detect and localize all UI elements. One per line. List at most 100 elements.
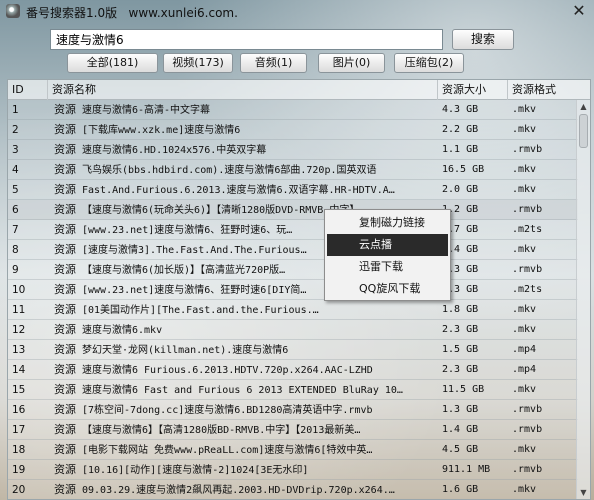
row-format: .rmvb <box>512 204 543 215</box>
row-title: [电影下载网站 免费www.pReaLL.com]速度与激情6[特效中英… <box>82 445 373 456</box>
row-title: [速度与激情3].The.Fast.And.The.Furious… <box>82 245 307 256</box>
table-row[interactable]: 7 资源 [www.23.net]速度与激情6、狂野时速6、玩… 2.7 GB .m2t… <box>8 220 578 240</box>
table-row[interactable]: 8 资源 [速度与激情3].The.Fast.And.The.Furious… 1.4… <box>8 240 578 260</box>
row-kind: 资源 <box>54 243 76 256</box>
row-size: 1.1 GB <box>442 144 479 155</box>
search-input[interactable] <box>50 29 443 50</box>
row-kind: 资源 <box>54 283 76 296</box>
row-size: 4.3 GB <box>442 264 479 275</box>
row-size: 16.5 GB <box>442 164 485 175</box>
row-title: [下载库www.xzk.me]速度与激情6 <box>82 125 241 136</box>
row-title: 速度与激情6 Fast and Furious 6 2013 EXTENDED … <box>82 385 403 396</box>
table-row[interactable]: 1 资源 速度与激情6-高清-中文字幕 4.3 GB .mkv <box>8 100 578 120</box>
row-title: 09.03.29.速度与激情2飙风再起.2003.HD-DVDrip.720p.… <box>82 485 395 496</box>
row-id: 17 <box>12 424 26 436</box>
row-kind: 资源 <box>54 263 76 276</box>
row-title: 梦幻天堂·龙网(killman.net).速度与激情6 <box>82 345 289 356</box>
row-kind: 资源 <box>54 143 76 156</box>
scroll-up-icon[interactable]: ▲ <box>577 100 590 114</box>
row-format: .rmvb <box>512 464 543 475</box>
row-size: 2.3 GB <box>442 364 479 375</box>
row-size: 4.5 GB <box>442 444 479 455</box>
row-name: 资源 [01美国动作片][The.Fast.and.the.Furious.… <box>54 300 438 320</box>
row-size: 11.5 GB <box>442 384 485 395</box>
menu-cloud-play[interactable]: 云点播 <box>327 234 448 256</box>
row-format: .rmvb <box>512 424 543 435</box>
results-table: ID 资源名称 资源大小 资源格式 1 资源 速度与激情6-高清-中文字幕 4.3 G… <box>7 79 591 500</box>
row-name: 资源 09.03.29.速度与激情2飙风再起.2003.HD-DVDrip.720… <box>54 480 438 499</box>
menu-qq-download[interactable]: QQ旋风下载 <box>327 278 448 300</box>
table-row[interactable]: 6 资源 【速度与激情6(玩命关头6)】【清晰1280版DVD-RMVB.中字】… 1… <box>8 200 578 220</box>
search-button[interactable]: 搜索 <box>452 29 514 50</box>
table-row[interactable]: 16 资源 [7栋空间-7dong.cc]速度与激情6.BD1280高清英语中字.r… <box>8 400 578 420</box>
row-format: .mkv <box>512 184 537 195</box>
row-kind: 资源 <box>54 463 76 476</box>
header-format[interactable]: 资源格式 <box>508 80 590 100</box>
tab-archive[interactable]: 压缩包(2) <box>394 53 464 73</box>
header-name[interactable]: 资源名称 <box>48 80 438 100</box>
row-format: .mkv <box>512 484 537 495</box>
table-row[interactable]: 3 资源 速度与激情6.HD.1024x576.中英双字幕 1.1 GB .rmvb <box>8 140 578 160</box>
row-id: 2 <box>12 124 19 136</box>
row-title: [7栋空间-7dong.cc]速度与激情6.BD1280高清英语中字.rmvb <box>82 405 373 416</box>
row-size: 1.6 GB <box>442 484 479 495</box>
table-row[interactable]: 12 资源 速度与激情6.mkv 2.3 GB .mkv <box>8 320 578 340</box>
app-logo-icon <box>6 4 20 18</box>
row-format: .rmvb <box>512 404 543 415</box>
row-size: 2.7 GB <box>442 224 479 235</box>
row-name: 资源 速度与激情6.HD.1024x576.中英双字幕 <box>54 140 438 160</box>
table-row[interactable]: 17 资源 【速度与激情6】【高清1280版BD-RMVB.中字】【2013最新美…… <box>8 420 578 440</box>
row-format: .mkv <box>512 244 537 255</box>
row-id: 16 <box>12 404 26 416</box>
row-kind: 资源 <box>54 343 76 356</box>
table-row[interactable]: 5 资源 Fast.And.Furious.6.2013.速度与激情6.双语字幕.H… <box>8 180 578 200</box>
scroll-thumb[interactable] <box>579 114 588 148</box>
row-kind: 资源 <box>54 363 76 376</box>
table-row[interactable]: 20 资源 09.03.29.速度与激情2飙风再起.2003.HD-DVDrip.7… <box>8 480 578 499</box>
context-menu: 复制磁力链接 云点播 迅雷下载 QQ旋风下载 <box>324 209 451 301</box>
tab-video[interactable]: 视频(173) <box>163 53 233 73</box>
vertical-scrollbar[interactable]: ▲ ▼ <box>576 100 590 499</box>
table-body: 1 资源 速度与激情6-高清-中文字幕 4.3 GB .mkv 2 资源 [下载库www.xz… <box>8 100 578 499</box>
row-title: 速度与激情6.HD.1024x576.中英双字幕 <box>82 145 267 156</box>
menu-xunlei-download[interactable]: 迅雷下载 <box>327 256 448 278</box>
table-row[interactable]: 13 资源 梦幻天堂·龙网(killman.net).速度与激情6 1.5 GB .mp… <box>8 340 578 360</box>
tab-image[interactable]: 图片(0) <box>318 53 385 73</box>
table-row[interactable]: 14 资源 速度与激情6 Furious.6.2013.HDTV.720p.x264… <box>8 360 578 380</box>
row-name: 资源 [电影下载网站 免费www.pReaLL.com]速度与激情6[特效中英… <box>54 440 438 460</box>
row-name: 资源 [下载库www.xzk.me]速度与激情6 <box>54 120 438 140</box>
row-size: 4.3 GB <box>442 104 479 115</box>
scroll-down-icon[interactable]: ▼ <box>577 486 590 499</box>
tab-all[interactable]: 全部(181) <box>67 53 158 73</box>
table-row[interactable]: 10 资源 [www.23.net]速度与激情6、狂野时速6[DIY简… 4.3 GB… <box>8 280 578 300</box>
row-format: .mkv <box>512 384 537 395</box>
row-name: 资源 [10.16][动作][速度与激情-2]1024[3E无水印] <box>54 460 438 480</box>
row-format: .mp4 <box>512 344 537 355</box>
table-row[interactable]: 18 资源 [电影下载网站 免费www.pReaLL.com]速度与激情6[特效中英… <box>8 440 578 460</box>
row-kind: 资源 <box>54 163 76 176</box>
row-id: 12 <box>12 324 26 336</box>
table-row[interactable]: 2 资源 [下载库www.xzk.me]速度与激情6 2.2 GB .mkv <box>8 120 578 140</box>
row-id: 14 <box>12 364 26 376</box>
row-id: 1 <box>12 104 19 116</box>
table-row[interactable]: 11 资源 [01美国动作片][The.Fast.and.the.Furious.…… <box>8 300 578 320</box>
row-name: 资源 速度与激情6 Furious.6.2013.HDTV.720p.x264.A… <box>54 360 438 380</box>
header-id[interactable]: ID <box>8 80 48 100</box>
row-name: 资源 飞鸟娱乐(bbs.hdbird.com).速度与激情6部曲.720p.国英双… <box>54 160 438 180</box>
table-row[interactable]: 4 资源 飞鸟娱乐(bbs.hdbird.com).速度与激情6部曲.720p.国英… <box>8 160 578 180</box>
row-format: .rmvb <box>512 144 543 155</box>
close-icon[interactable]: ✕ <box>570 2 588 20</box>
table-row[interactable]: 19 资源 [10.16][动作][速度与激情-2]1024[3E无水印] 911.1… <box>8 460 578 480</box>
table-row[interactable]: 9 资源 【速度与激情6(加长版)】【高清蓝光720P版… 4.3 GB .rmvb <box>8 260 578 280</box>
table-row[interactable]: 15 资源 速度与激情6 Fast and Furious 6 2013 EXTEN… <box>8 380 578 400</box>
row-id: 10 <box>12 284 26 296</box>
tab-audio[interactable]: 音频(1) <box>240 53 307 73</box>
row-format: .mkv <box>512 324 537 335</box>
row-title: [01美国动作片][The.Fast.and.the.Furious.… <box>82 305 319 316</box>
header-size[interactable]: 资源大小 <box>438 80 508 100</box>
row-kind: 资源 <box>54 223 76 236</box>
row-size: 1.3 GB <box>442 404 479 415</box>
row-format: .mkv <box>512 304 537 315</box>
menu-copy-magnet[interactable]: 复制磁力链接 <box>327 212 448 234</box>
row-size: 4.3 GB <box>442 284 479 295</box>
